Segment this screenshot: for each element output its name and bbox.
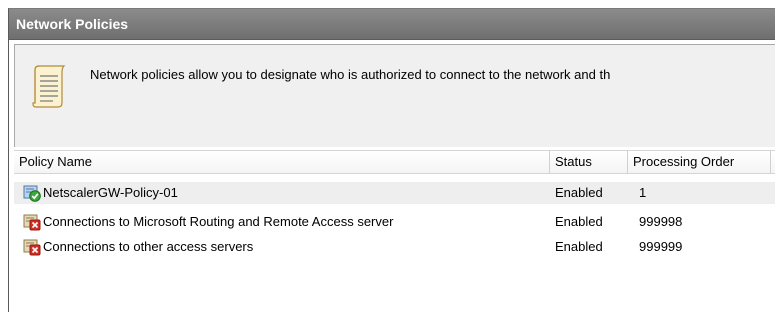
panel-title: Network Policies <box>9 9 775 40</box>
policy-deny-icon <box>23 239 41 256</box>
policy-name: Connections to Microsoft Routing and Rem… <box>43 214 394 229</box>
column-header-processing-order[interactable]: Processing Order <box>628 151 771 173</box>
policy-name: NetscalerGW-Policy-01 <box>43 185 178 200</box>
info-box: Network policies allow you to designate … <box>14 44 775 151</box>
note-icon <box>32 65 66 108</box>
policy-name: Connections to other access servers <box>43 239 254 254</box>
list-header: Policy Name Status Processing Order <box>14 150 775 174</box>
info-description: Network policies allow you to designate … <box>90 67 611 82</box>
column-header-status[interactable]: Status <box>550 151 628 173</box>
network-policies-panel: Network Policies Network policies allow … <box>8 8 775 312</box>
policy-processing-order: 999998 <box>639 214 683 229</box>
table-row[interactable]: Connections to other access servers Enab… <box>14 236 775 258</box>
table-row[interactable]: Connections to Microsoft Routing and Rem… <box>14 211 775 233</box>
policy-list[interactable]: Policy Name Status Processing Order Nets… <box>14 147 775 312</box>
policy-deny-icon <box>23 214 41 231</box>
table-row[interactable]: NetscalerGW-Policy-01 Enabled 1 <box>14 182 775 204</box>
policy-processing-order: 1 <box>639 185 647 200</box>
policy-status: Enabled <box>555 214 603 229</box>
policy-enabled-icon <box>23 185 41 202</box>
policy-status: Enabled <box>555 185 603 200</box>
policy-status: Enabled <box>555 239 603 254</box>
column-header-policy-name[interactable]: Policy Name <box>14 151 550 173</box>
policy-processing-order: 999999 <box>639 239 683 254</box>
